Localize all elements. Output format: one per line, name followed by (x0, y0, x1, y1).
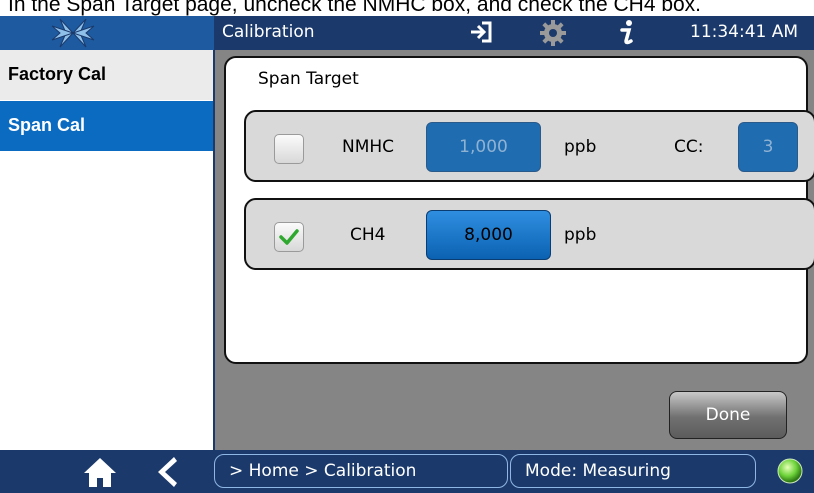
ch4-row: CH4 8,000 ppb (244, 198, 814, 270)
clock: 11:34:41 AM (690, 22, 799, 42)
status-light (777, 458, 803, 484)
login-icon[interactable] (468, 19, 494, 50)
panel-title: Span Target (258, 69, 359, 89)
cc-label: CC: (674, 137, 704, 157)
sidebar-item-span-cal[interactable]: Span Cal (0, 101, 214, 151)
instruction-caption: In the Span Target page, uncheck the NMH… (0, 0, 814, 16)
sidebar: Factory Cal Span Cal (0, 50, 214, 450)
sidebar-item-factory-cal[interactable]: Factory Cal (0, 50, 214, 100)
ch4-value-field[interactable]: 8,000 (426, 210, 551, 260)
checkmark-icon (279, 229, 299, 245)
ch4-label: CH4 (350, 225, 386, 245)
mode-status: Mode: Measuring (510, 454, 756, 488)
home-icon[interactable] (82, 456, 118, 493)
info-icon[interactable] (617, 19, 637, 52)
instruction-caption-text: In the Span Target page, uncheck the NMH… (8, 0, 702, 16)
span-target-panel: Span Target NMHC 1,000 ppb CC: 3 CH4 8,0… (224, 56, 814, 364)
teledyne-logo[interactable] (0, 16, 214, 50)
sidebar-item-label: Factory Cal (8, 64, 107, 84)
nmhc-label: NMHC (342, 137, 395, 157)
bottom-bar: > Home > Calibration Mode: Measuring (0, 450, 814, 493)
nmhc-value-field[interactable]: 1,000 (426, 122, 541, 172)
top-bar: Calibration 11:34:41 AM (0, 16, 814, 50)
ch4-checkbox[interactable] (274, 222, 304, 252)
breadcrumb[interactable]: > Home > Calibration (214, 454, 508, 488)
gear-icon[interactable] (539, 19, 567, 52)
nmhc-unit: ppb (564, 137, 597, 157)
screen-title: Calibration (222, 22, 315, 42)
done-button[interactable]: Done (669, 391, 787, 439)
cc-value-field[interactable]: 3 (738, 122, 798, 172)
nmhc-row: NMHC 1,000 ppb CC: 3 (244, 110, 814, 182)
ch4-unit: ppb (564, 225, 597, 245)
main-content: Span Target NMHC 1,000 ppb CC: 3 CH4 8,0… (215, 50, 814, 450)
nmhc-checkbox[interactable] (274, 134, 304, 164)
sidebar-item-label: Span Cal (8, 115, 86, 135)
back-icon[interactable] (156, 456, 178, 493)
